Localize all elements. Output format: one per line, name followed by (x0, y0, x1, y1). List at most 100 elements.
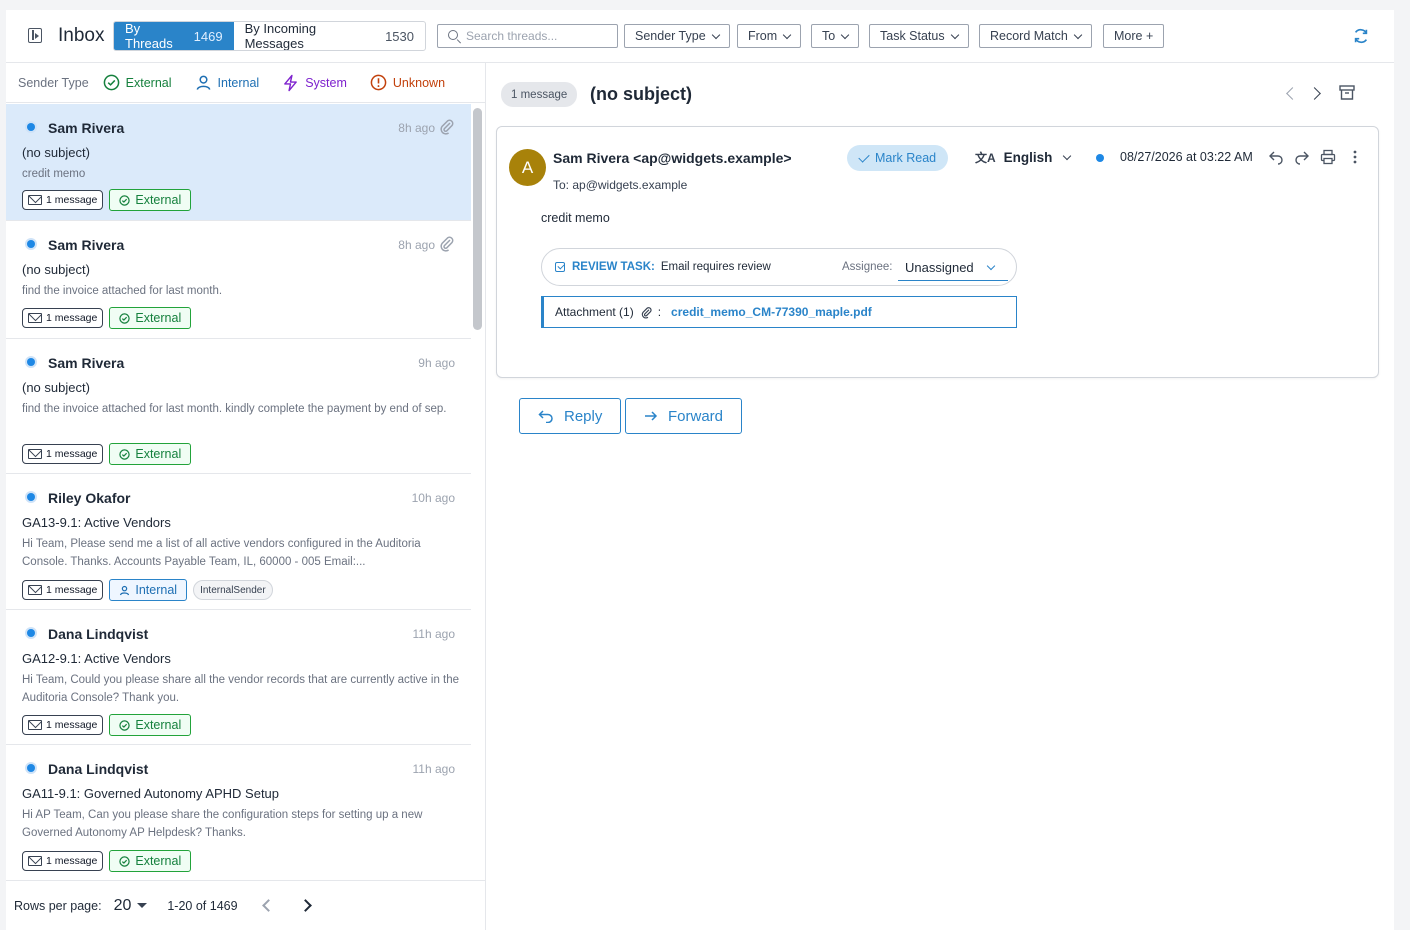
thread-sender: Sam Rivera (48, 120, 125, 136)
thread-row[interactable]: Sam Rivera 8h ago (no subject) credit me… (6, 104, 471, 221)
reply-icon[interactable] (1268, 149, 1284, 165)
search-input[interactable] (466, 27, 614, 45)
legend-item-label: Unknown (392, 75, 446, 90)
filter-sender-type[interactable]: Sender Type (624, 24, 730, 48)
more-filters-button[interactable]: More + (1103, 24, 1165, 48)
thread-row[interactable]: Sam Rivera 9h ago (no subject) find the … (6, 339, 471, 474)
chevron-down-icon (1073, 30, 1083, 39)
paperclip-icon (440, 119, 454, 135)
reply-all-icon[interactable] (1294, 149, 1310, 165)
forward-label: Forward (668, 407, 724, 425)
internal-chip: Internal (109, 579, 188, 601)
rows-per-page-select[interactable]: 20 (114, 897, 148, 915)
attachment-bar: Attachment (1) : credit_memo_CM-77390_ma… (541, 296, 1017, 328)
page-range: 1-20 of 1469 (167, 898, 238, 913)
external-chip: External (109, 850, 192, 872)
previous-thread-icon[interactable] (1286, 87, 1299, 100)
thread-list: Sam Rivera 8h ago (no subject) credit me… (6, 104, 471, 879)
filter-from[interactable]: From (737, 24, 802, 48)
message-count-chip: 1 message (22, 190, 104, 210)
assignee-label: Assignee: (842, 261, 893, 273)
message-body: credit memo (541, 211, 610, 225)
chip-label: Internal (135, 583, 178, 597)
more-vertical-icon[interactable] (1347, 149, 1363, 165)
filter-to[interactable]: To (811, 24, 860, 48)
check-circle-icon (119, 448, 131, 460)
alert-circle-icon (370, 74, 387, 91)
filter-record-match[interactable]: Record Match (979, 24, 1092, 48)
message-count-chip: 1 message (22, 715, 104, 735)
thread-time: 8h ago (398, 121, 435, 135)
legend-internal: Internal (195, 74, 260, 91)
message-count-chip: 1 message (22, 851, 104, 871)
attachment-label: Attachment (1) (555, 305, 634, 319)
unread-dot (27, 764, 35, 772)
message-from: Sam Rivera <ap@widgets.example> (553, 150, 792, 166)
chevron-down-icon (950, 30, 959, 39)
thread-time: 10h ago (411, 491, 455, 505)
thread-chips: 1 message External (22, 714, 192, 736)
translate-icon: 文A (975, 151, 996, 165)
thread-title: (no subject) (590, 84, 692, 104)
check-icon (858, 150, 870, 163)
next-page-icon[interactable] (298, 899, 312, 912)
prev-page-icon[interactable] (261, 899, 275, 912)
chip-label: 1 message (46, 719, 98, 731)
thread-row[interactable]: Dana Lindqvist 11h ago GA12-9.1: Active … (6, 610, 471, 745)
envelope-icon (28, 195, 42, 205)
avatar: A (509, 149, 546, 186)
thread-subject: (no subject) (22, 262, 90, 277)
thread-sender: Dana Lindqvist (48, 761, 149, 777)
language-select[interactable]: 文A English (975, 149, 1072, 166)
thread-row[interactable]: Riley Okafor 10h ago GA13-9.1: Active Ve… (6, 474, 471, 610)
legend-item-label: External (125, 75, 172, 90)
thread-row[interactable]: Sam Rivera 8h ago (no subject) find the … (6, 221, 471, 339)
mark-read-button[interactable]: Mark Read (847, 145, 949, 171)
unread-dot (27, 358, 35, 366)
unread-dot (1096, 154, 1104, 162)
tab-by-incoming-messages[interactable]: By Incoming Messages 1530 (234, 22, 425, 50)
arrow-right-icon (645, 411, 658, 421)
filter-label: Record Match (990, 29, 1068, 43)
thread-row[interactable]: Dana Lindqvist 11h ago GA11-9.1: Governe… (6, 745, 471, 879)
person-icon (196, 75, 210, 90)
check-circle-icon (119, 719, 131, 731)
envelope-icon (28, 585, 42, 595)
thread-detail-pane: 1 message (no subject) A Sam Rivera <ap@… (487, 63, 1394, 930)
lightning-icon (284, 74, 298, 91)
thread-preview: Hi AP Team, Can you please share the con… (22, 809, 423, 839)
thread-time: 9h ago (418, 356, 455, 370)
thread-sender: Sam Rivera (48, 237, 125, 253)
thread-subject: (no subject) (22, 145, 90, 160)
refresh-icon[interactable] (1352, 27, 1370, 45)
chip-label: External (135, 718, 182, 732)
attachment-file-link[interactable]: credit_memo_CM-77390_maple.pdf (671, 305, 872, 319)
legend-item-label: Internal (217, 75, 260, 90)
sidebar-toggle-icon[interactable] (28, 28, 42, 43)
envelope-icon (28, 720, 42, 730)
review-task-bar: REVIEW TASK: Email requires review Assig… (541, 248, 1017, 286)
reply-icon (538, 410, 553, 423)
chip-label: External (135, 447, 182, 461)
filter-label: To (822, 29, 836, 43)
assignee-select[interactable]: Unassigned (898, 255, 1008, 281)
message-card: A Sam Rivera <ap@widgets.example> To: ap… (496, 126, 1379, 378)
filter-task-status[interactable]: Task Status (869, 24, 969, 48)
thread-time: 11h ago (412, 762, 456, 776)
external-chip: External (109, 307, 192, 329)
search-box (437, 24, 618, 48)
chevron-down-icon (782, 30, 792, 39)
thread-preview: Hi Team, Could you please share all the … (22, 674, 460, 704)
reply-button[interactable]: Reply (519, 398, 622, 434)
tab-count: 1530 (385, 28, 414, 44)
pagination: Rows per page: 20 1-20 of 1469 (6, 880, 486, 930)
tab-by-threads[interactable]: By Threads 1469 (114, 22, 234, 50)
thread-list-scrollbar[interactable] (473, 108, 482, 330)
print-icon[interactable] (1320, 149, 1336, 165)
next-thread-icon[interactable] (1308, 87, 1321, 100)
forward-button[interactable]: Forward (625, 398, 743, 434)
rows-per-page-value: 20 (113, 896, 132, 914)
chip-label: 1 message (46, 312, 98, 324)
archive-icon[interactable] (1339, 85, 1355, 100)
thread-subject: (no subject) (22, 380, 90, 395)
